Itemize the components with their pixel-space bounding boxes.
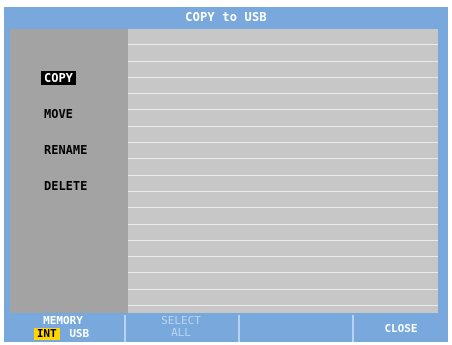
blank-softkey[interactable] bbox=[240, 315, 350, 342]
file-list[interactable] bbox=[128, 29, 438, 313]
file-list-row[interactable] bbox=[128, 208, 438, 225]
file-list-row[interactable] bbox=[128, 62, 438, 78]
close-softkey[interactable]: CLOSE bbox=[354, 315, 448, 342]
action-menu: COPY MOVE RENAME DELETE bbox=[10, 29, 128, 313]
file-list-row[interactable] bbox=[128, 290, 438, 307]
file-list-row[interactable] bbox=[128, 78, 438, 95]
memory-toggle: INT USB bbox=[33, 327, 92, 340]
file-list-row[interactable] bbox=[128, 29, 438, 46]
file-list-row[interactable] bbox=[128, 257, 438, 274]
memory-softkey[interactable]: MEMORY INT USB bbox=[4, 315, 122, 342]
menu-item-move[interactable]: MOVE bbox=[41, 107, 76, 121]
menu-item-delete[interactable]: DELETE bbox=[41, 179, 90, 193]
file-list-rows bbox=[128, 29, 438, 307]
softkey-bar: MEMORY INT USB SELECT ALL CLOSE bbox=[4, 312, 448, 342]
screen: COPY to USB COPY MOVE RENAME DELETE MEMO… bbox=[4, 7, 448, 342]
file-list-row[interactable] bbox=[128, 273, 438, 290]
file-list-row[interactable] bbox=[128, 110, 438, 127]
file-list-row[interactable] bbox=[128, 241, 438, 258]
window-title: COPY to USB bbox=[185, 10, 267, 24]
file-list-row[interactable] bbox=[128, 94, 438, 111]
file-list-row[interactable] bbox=[128, 45, 438, 62]
memory-option-int: INT bbox=[33, 328, 60, 340]
file-list-row[interactable] bbox=[128, 225, 438, 241]
memory-option-usb: USB bbox=[69, 327, 90, 340]
file-list-row[interactable] bbox=[128, 127, 438, 144]
file-list-row[interactable] bbox=[128, 192, 438, 209]
select-all-label-line2: ALL bbox=[171, 326, 191, 339]
file-list-row[interactable] bbox=[128, 159, 438, 176]
select-all-softkey[interactable]: SELECT ALL bbox=[126, 315, 236, 342]
device-frame: COPY to USB COPY MOVE RENAME DELETE MEMO… bbox=[0, 0, 452, 345]
file-list-row[interactable] bbox=[128, 143, 438, 160]
memory-label: MEMORY bbox=[43, 314, 83, 327]
menu-item-rename[interactable]: RENAME bbox=[41, 143, 90, 157]
file-list-row[interactable] bbox=[128, 176, 438, 192]
menu-item-copy[interactable]: COPY bbox=[41, 71, 76, 85]
